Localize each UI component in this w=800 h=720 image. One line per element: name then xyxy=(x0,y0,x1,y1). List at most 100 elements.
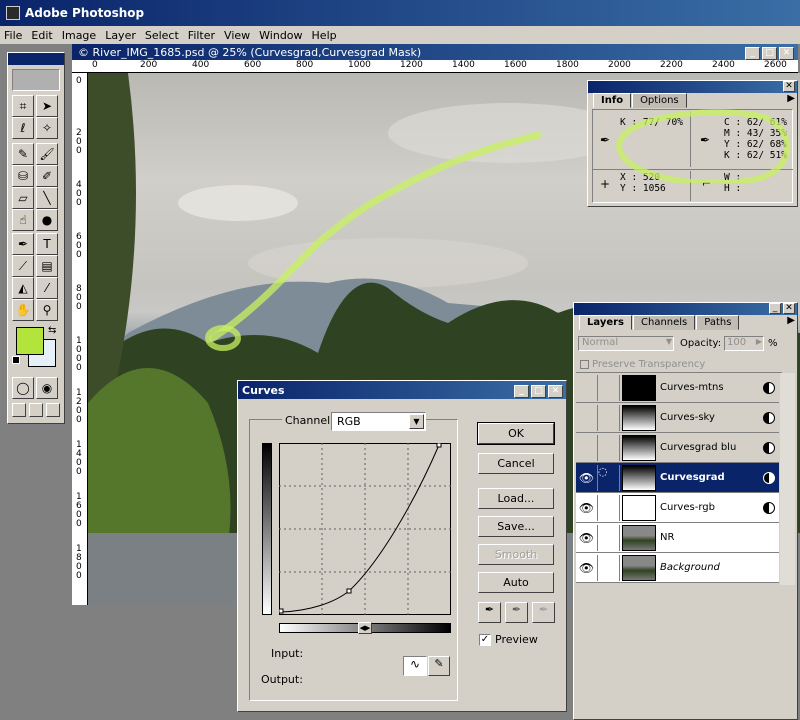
preserve-transparency-checkbox[interactable] xyxy=(580,360,589,369)
menu-filter[interactable]: Filter xyxy=(188,29,215,42)
eraser-icon[interactable]: ▱ xyxy=(12,187,34,209)
eye-icon[interactable]: 👁 xyxy=(576,464,598,491)
link-toggle[interactable] xyxy=(598,554,620,581)
curves-title-bar[interactable]: Curves _ □ ✕ xyxy=(238,381,566,399)
toolbox-title-bar[interactable] xyxy=(8,53,64,65)
link-toggle[interactable] xyxy=(598,494,620,521)
curve-point[interactable] xyxy=(346,588,352,594)
layers-palette-title-bar[interactable]: _ ✕ xyxy=(574,303,797,315)
eye-icon[interactable]: 👁 xyxy=(576,554,598,581)
lasso-icon[interactable]: ℓ xyxy=(12,117,34,139)
layer-row[interactable]: 👁 NR xyxy=(576,523,779,553)
eye-icon[interactable]: 👁 xyxy=(576,524,598,551)
curves-title: Curves xyxy=(242,383,285,397)
airbrush-icon[interactable]: ✎ xyxy=(12,143,34,165)
default-colors-icon[interactable] xyxy=(12,356,20,364)
measure-icon[interactable]: ⟋ xyxy=(12,255,34,277)
menu-layer[interactable]: Layer xyxy=(105,29,136,42)
curve-tool-icon[interactable]: ∿ xyxy=(403,656,427,676)
chevron-down-icon[interactable]: ▼ xyxy=(409,414,424,429)
auto-button[interactable]: Auto xyxy=(478,572,554,593)
gray-eyedropper-icon[interactable]: ✒ xyxy=(505,602,528,623)
link-toggle[interactable] xyxy=(598,404,620,431)
blend-mode-select[interactable]: Normal ▼ xyxy=(578,336,674,351)
eye-icon[interactable]: 👁 xyxy=(576,494,598,521)
visibility-toggle[interactable] xyxy=(576,374,598,401)
channel-select[interactable]: RGB ▼ xyxy=(331,412,426,431)
maximize-button[interactable]: □ xyxy=(762,47,777,60)
history-brush-icon[interactable]: ✐ xyxy=(36,165,58,187)
close-icon[interactable]: ✕ xyxy=(783,81,795,92)
minimize-button[interactable]: _ xyxy=(745,47,760,60)
zoom-icon[interactable]: ⚲ xyxy=(36,299,58,321)
stamp-icon[interactable]: ⛁ xyxy=(12,165,34,187)
menu-file[interactable]: File xyxy=(4,29,22,42)
eyedropper-icon[interactable]: ⁄ xyxy=(36,277,58,299)
layer-row[interactable]: Curves-sky xyxy=(576,403,779,433)
layers-scrollbar[interactable] xyxy=(780,373,795,585)
opacity-field[interactable]: 100 ▶ xyxy=(724,336,764,351)
hand-icon[interactable]: ✋ xyxy=(12,299,34,321)
smudge-icon[interactable]: ☝ xyxy=(12,209,34,231)
swap-colors-icon[interactable]: ⇆ xyxy=(48,325,56,336)
palette-menu-arrow-icon[interactable]: ▶ xyxy=(787,315,795,326)
curve-point[interactable] xyxy=(436,443,442,448)
curve-graph[interactable] xyxy=(279,443,451,615)
menu-edit[interactable]: Edit xyxy=(31,29,52,42)
paintbrush-icon[interactable]: 🖌 xyxy=(36,143,58,165)
ok-button[interactable]: OK xyxy=(477,422,555,445)
menu-view[interactable]: View xyxy=(224,29,250,42)
curve-point[interactable] xyxy=(279,608,284,614)
standard-mode-icon[interactable]: ◯ xyxy=(12,377,34,399)
info-palette-title-bar[interactable]: ✕ xyxy=(588,81,797,93)
load-button[interactable]: Load... xyxy=(478,488,554,509)
close-button[interactable]: ✕ xyxy=(779,47,794,60)
black-eyedropper-icon[interactable]: ✒ xyxy=(478,602,501,623)
save-button[interactable]: Save... xyxy=(478,516,554,537)
paint-bucket-icon[interactable]: ◭ xyxy=(12,277,34,299)
type-icon[interactable]: T xyxy=(36,233,58,255)
gradient-toggle-icon[interactable]: ◀▶ xyxy=(358,622,372,634)
menu-select[interactable]: Select xyxy=(145,29,179,42)
pencil-tool-icon[interactable]: ✎ xyxy=(428,656,450,676)
move-icon[interactable]: ➤ xyxy=(36,95,58,117)
preview-checkbox[interactable]: ✓ xyxy=(479,634,491,646)
magic-wand-icon[interactable]: ✧ xyxy=(36,117,58,139)
pen-icon[interactable]: ✒ xyxy=(12,233,34,255)
layer-row-selected[interactable]: 👁 ◌ Curvesgrad xyxy=(576,463,779,493)
menu-window[interactable]: Window xyxy=(259,29,302,42)
link-toggle[interactable] xyxy=(598,434,620,461)
screen-mode-full-menu-icon[interactable] xyxy=(29,403,43,417)
layer-row[interactable]: Curves-mtns xyxy=(576,373,779,403)
visibility-toggle[interactable] xyxy=(576,404,598,431)
pencil-icon[interactable]: ╲ xyxy=(36,187,58,209)
smooth-button[interactable]: Smooth xyxy=(478,544,554,565)
gradient-icon[interactable]: ▤ xyxy=(36,255,58,277)
tab-layers[interactable]: Layers xyxy=(579,315,632,330)
screen-mode-full-icon[interactable] xyxy=(46,403,60,417)
visibility-toggle[interactable] xyxy=(576,434,598,461)
close-icon[interactable]: ✕ xyxy=(783,303,795,314)
cancel-button[interactable]: Cancel xyxy=(478,453,554,474)
white-eyedropper-icon[interactable]: ✒ xyxy=(532,602,555,623)
tab-paths[interactable]: Paths xyxy=(696,315,740,330)
link-toggle[interactable] xyxy=(598,524,620,551)
dodge-icon[interactable]: ● xyxy=(36,209,58,231)
layer-row[interactable]: 👁 Background xyxy=(576,553,779,583)
mask-link-icon[interactable]: ◌ xyxy=(598,464,620,491)
link-toggle[interactable] xyxy=(598,374,620,401)
document-title-bar[interactable]: © River_IMG_1685.psd @ 25% (Curvesgrad,C… xyxy=(72,44,798,60)
layer-row[interactable]: Curvesgrad blu xyxy=(576,433,779,463)
tab-channels[interactable]: Channels xyxy=(633,315,696,330)
close-button[interactable]: ✕ xyxy=(548,385,563,398)
minimize-button[interactable]: _ xyxy=(514,385,529,398)
quickmask-mode-icon[interactable]: ◉ xyxy=(36,377,58,399)
maximize-button[interactable]: □ xyxy=(531,385,546,398)
minimize-icon[interactable]: _ xyxy=(769,303,781,314)
crop-icon[interactable]: ⌗ xyxy=(12,95,34,117)
menu-image[interactable]: Image xyxy=(62,29,96,42)
layer-row[interactable]: 👁 Curves-rgb xyxy=(576,493,779,523)
foreground-color-front[interactable] xyxy=(16,327,44,355)
screen-mode-standard-icon[interactable] xyxy=(12,403,26,417)
menu-help[interactable]: Help xyxy=(312,29,337,42)
